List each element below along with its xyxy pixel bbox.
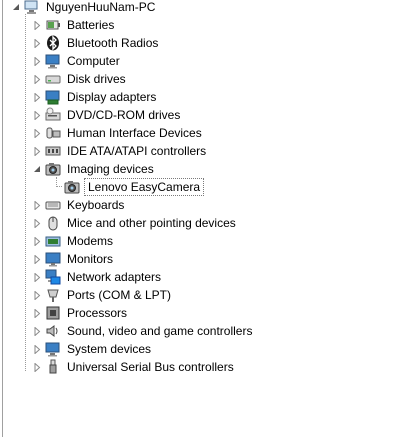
- tree-item-modems[interactable]: Modems: [33, 232, 115, 250]
- tree-item-disk-drives[interactable]: Disk drives: [33, 70, 128, 88]
- tree-item-label: DVD/CD-ROM drives: [67, 108, 181, 122]
- network-adapter-icon: [45, 269, 61, 285]
- tree-item-label: Monitors: [67, 252, 114, 266]
- tree-item-sound-video-and-game-controllers[interactable]: Sound, video and game controllers: [33, 322, 254, 340]
- expand-arrow-icon[interactable]: [33, 20, 42, 30]
- collapse-arrow-icon[interactable]: [12, 3, 21, 12]
- expand-arrow-icon[interactable]: [33, 254, 42, 264]
- tree-item-label: Human Interface Devices: [67, 126, 202, 140]
- tree-item-label: Sound, video and game controllers: [67, 324, 253, 338]
- hid-icon: [45, 125, 61, 141]
- tree-item-label: Computer: [67, 54, 120, 68]
- tree-item-universal-serial-bus-controllers[interactable]: Universal Serial Bus controllers: [33, 358, 236, 376]
- ide-controller-icon: [45, 143, 61, 159]
- tree-item-label: Mice and other pointing devices: [67, 216, 236, 230]
- tree-item-label: Processors: [67, 306, 128, 320]
- tree-root[interactable]: NguyenHuuNam-PC: [12, 0, 157, 16]
- tree-item-mice-and-other-pointing-devices[interactable]: Mice and other pointing devices: [33, 214, 238, 232]
- tree-item-label: Keyboards: [67, 198, 125, 212]
- tree-item-dvd-cd-rom-drives[interactable]: DVD/CD-ROM drives: [33, 106, 182, 124]
- tree-guide-line: [56, 186, 62, 188]
- expand-arrow-icon[interactable]: [33, 362, 42, 372]
- tree-item-processors[interactable]: Processors: [33, 304, 129, 322]
- tree-item-label: Lenovo EasyCamera: [84, 178, 205, 196]
- tree-item-label: Ports (COM & LPT): [67, 288, 172, 302]
- tree-item-label: Display adapters: [67, 90, 157, 104]
- tree-item-label: System devices: [67, 342, 152, 356]
- monitor-icon: [45, 251, 61, 267]
- expand-arrow-icon[interactable]: [33, 146, 42, 156]
- tree-item-label: Network adapters: [67, 270, 162, 284]
- tree-item-batteries[interactable]: Batteries: [33, 16, 116, 34]
- bluetooth-icon: [45, 35, 61, 51]
- modem-icon: [45, 233, 61, 249]
- tree-item-label: Modems: [67, 234, 114, 248]
- display-adapter-icon: [45, 89, 61, 105]
- port-icon: [45, 287, 61, 303]
- computer-icon: [24, 0, 40, 15]
- tree-item-system-devices[interactable]: System devices: [33, 340, 153, 358]
- tree-item-label: Disk drives: [67, 72, 126, 86]
- camera-icon: [45, 161, 61, 177]
- dvd-drive-icon: [45, 107, 61, 123]
- keyboard-icon: [45, 197, 61, 213]
- tree-item-imaging-devices[interactable]: Imaging devices: [33, 160, 156, 178]
- expand-arrow-icon[interactable]: [33, 236, 42, 246]
- tree-item-ports-com-lpt[interactable]: Ports (COM & LPT): [33, 286, 173, 304]
- battery-icon: [45, 17, 61, 33]
- collapse-arrow-icon[interactable]: [33, 165, 42, 174]
- expand-arrow-icon[interactable]: [33, 290, 42, 300]
- expand-arrow-icon[interactable]: [33, 200, 42, 210]
- expand-arrow-icon[interactable]: [33, 56, 42, 66]
- tree-item-monitors[interactable]: Monitors: [33, 250, 115, 268]
- tree-item-lenovo-easycamera[interactable]: Lenovo EasyCamera: [64, 178, 205, 196]
- device-tree-pane: NguyenHuuNam-PC Batteries Bluetooth Radi…: [0, 0, 419, 437]
- tree-item-label: Batteries: [67, 18, 115, 32]
- tree-item-human-interface-devices[interactable]: Human Interface Devices: [33, 124, 204, 142]
- expand-arrow-icon[interactable]: [33, 218, 42, 228]
- tree-root-label: NguyenHuuNam-PC: [46, 0, 156, 14]
- expand-arrow-icon[interactable]: [33, 272, 42, 282]
- processor-icon: [45, 305, 61, 321]
- expand-arrow-icon[interactable]: [33, 308, 42, 318]
- expand-arrow-icon[interactable]: [33, 38, 42, 48]
- computer-icon: [45, 53, 61, 69]
- tree-item-display-adapters[interactable]: Display adapters: [33, 88, 158, 106]
- expand-arrow-icon[interactable]: [33, 110, 42, 120]
- expand-arrow-icon[interactable]: [33, 74, 42, 84]
- expand-arrow-icon[interactable]: [33, 344, 42, 354]
- sound-icon: [45, 323, 61, 339]
- usb-icon: [45, 359, 61, 375]
- disk-drive-icon: [45, 71, 61, 87]
- tree-item-bluetooth-radios[interactable]: Bluetooth Radios: [33, 34, 160, 52]
- system-device-icon: [45, 341, 61, 357]
- mouse-icon: [45, 215, 61, 231]
- tree-item-network-adapters[interactable]: Network adapters: [33, 268, 163, 286]
- tree-item-label: Universal Serial Bus controllers: [67, 360, 234, 374]
- tree-item-label: Imaging devices: [67, 162, 154, 176]
- tree-item-label: IDE ATA/ATAPI controllers: [67, 144, 207, 158]
- tree-item-ide-ata-atapi-controllers[interactable]: IDE ATA/ATAPI controllers: [33, 142, 208, 160]
- tree-item-computer[interactable]: Computer: [33, 52, 122, 70]
- expand-arrow-icon[interactable]: [33, 128, 42, 138]
- expand-arrow-icon[interactable]: [33, 326, 42, 336]
- camera-icon: [64, 179, 80, 195]
- tree-guide-line: [25, 14, 27, 371]
- expand-arrow-icon[interactable]: [33, 92, 42, 102]
- pane-left-border: [2, 0, 3, 437]
- tree-item-label: Bluetooth Radios: [67, 36, 159, 50]
- tree-item-keyboards[interactable]: Keyboards: [33, 196, 126, 214]
